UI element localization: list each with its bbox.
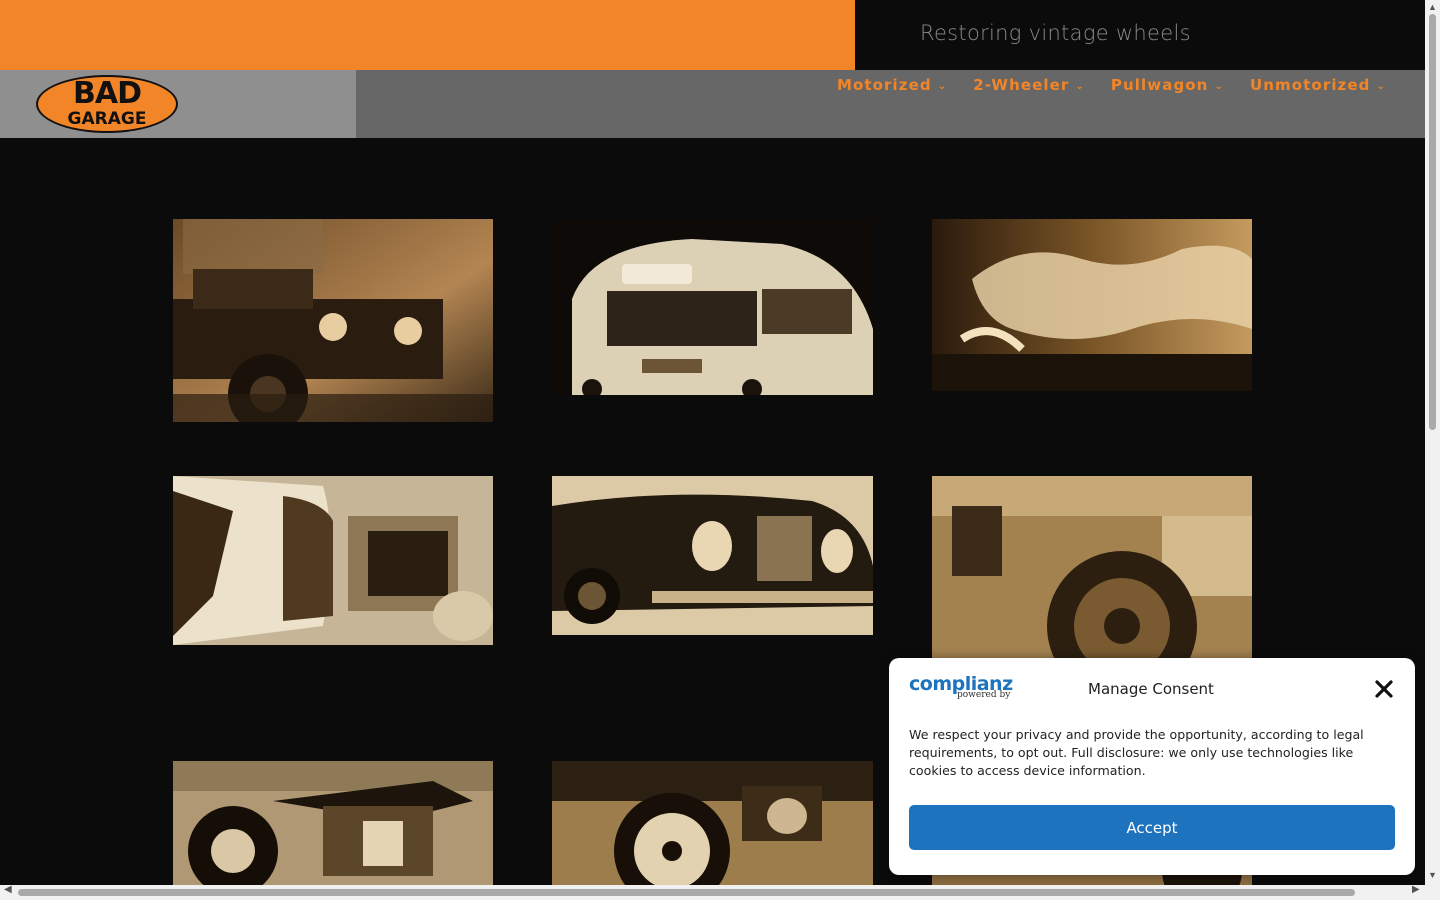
gallery-image-cafe-racer[interactable] [173, 761, 493, 885]
site-tagline: Restoring vintage wheels [920, 21, 1191, 45]
nav-item-pullwagon[interactable]: Pullwagon ⌄ [1111, 76, 1224, 94]
close-icon[interactable] [1373, 678, 1395, 700]
top-bar-orange [0, 0, 855, 70]
horizontal-scroll-thumb[interactable] [18, 889, 1355, 896]
logo-text-garage: GARAGE [67, 109, 147, 129]
gallery-image-emblem[interactable] [932, 219, 1252, 391]
complianz-logo: complianz powered by [909, 674, 1013, 700]
consent-dialog: complianz powered by Manage Consent We r… [889, 658, 1415, 875]
scroll-down-arrow-icon[interactable]: ▼ [1428, 870, 1437, 880]
scroll-up-arrow-icon[interactable]: ▲ [1428, 2, 1437, 12]
complianz-logo-sub: powered by [957, 690, 1011, 700]
chevron-down-icon: ⌄ [1075, 80, 1085, 92]
nav-item-2-wheeler[interactable]: 2-Wheeler ⌄ [973, 76, 1085, 94]
gallery-image-trailer[interactable] [173, 476, 493, 645]
scroll-left-arrow-icon[interactable]: ◀ [4, 884, 12, 895]
gallery-image-motorcycle-rear[interactable] [552, 761, 873, 885]
scroll-right-arrow-icon[interactable]: ▶ [1412, 884, 1420, 895]
accept-button[interactable]: Accept [909, 805, 1395, 850]
main-nav: Motorized ⌄ 2-Wheeler ⌄ Pullwagon ⌄ Unmo… [837, 76, 1386, 94]
gallery-image-car[interactable] [552, 476, 873, 635]
vertical-scroll-thumb[interactable] [1429, 14, 1436, 430]
nav-item-unmotorized[interactable]: Unmotorized ⌄ [1250, 76, 1386, 94]
consent-text: We respect your privacy and provide the … [909, 727, 1364, 778]
nav-item-label: 2-Wheeler [973, 76, 1070, 94]
nav-item-label: Pullwagon [1110, 76, 1209, 94]
gallery-image-bus[interactable] [552, 219, 873, 395]
chevron-down-icon: ⌄ [1376, 80, 1386, 92]
consent-title: Manage Consent [1088, 680, 1214, 698]
nav-item-motorized[interactable]: Motorized ⌄ [837, 76, 947, 94]
gallery-image-motorcycle-wheel[interactable] [932, 476, 1252, 658]
nav-item-label: Unmotorized [1249, 76, 1371, 94]
site-logo[interactable]: BAD BETTY GARAGE [36, 75, 178, 133]
nav-item-label: Motorized [836, 76, 932, 94]
chevron-down-icon: ⌄ [937, 80, 948, 92]
chevron-down-icon: ⌄ [1214, 80, 1224, 92]
gallery-image-jeep[interactable] [173, 219, 493, 422]
